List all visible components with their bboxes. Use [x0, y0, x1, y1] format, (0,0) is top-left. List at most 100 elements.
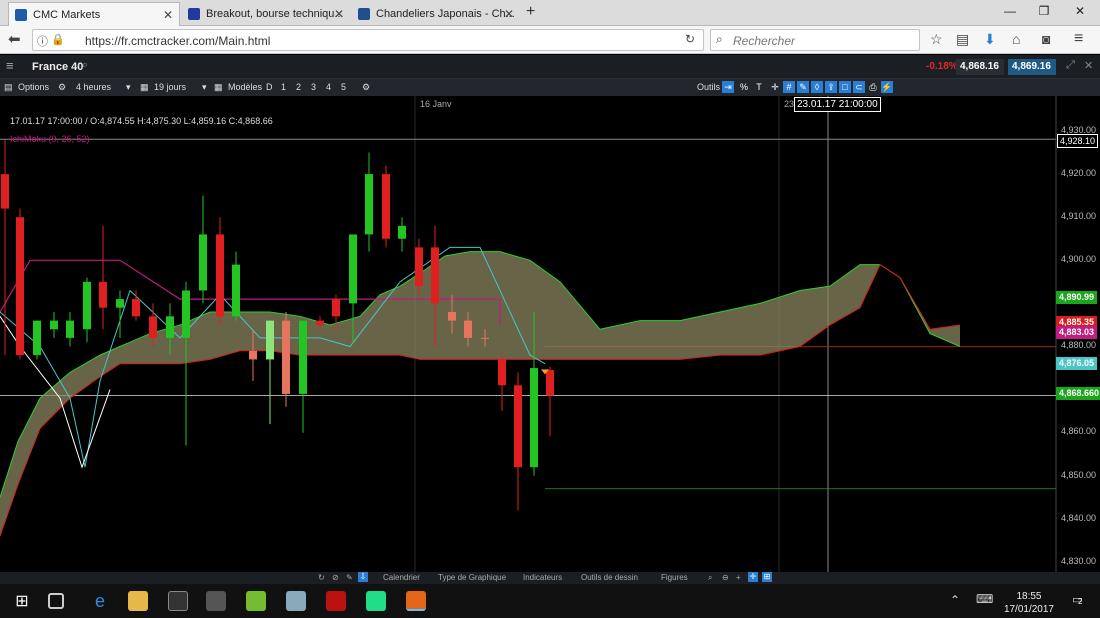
breakout-icon: [188, 8, 200, 20]
candle-body: [50, 320, 58, 330]
close-icon[interactable]: ✕: [163, 8, 173, 22]
layout-button-2[interactable]: 2: [296, 82, 301, 92]
search-icon[interactable]: ⌕: [82, 59, 88, 72]
url-text[interactable]: https://fr.cmctracker.com/Main.html: [85, 34, 270, 48]
new-tab-button[interactable]: +: [526, 3, 535, 21]
close-icon[interactable]: ✕: [504, 7, 514, 21]
interval-select[interactable]: 4 heures: [76, 82, 111, 92]
zoom-in-icon[interactable]: ⌕: [708, 573, 712, 583]
crosshair-icon[interactable]: ✛: [769, 81, 781, 93]
candle-body: [415, 247, 423, 287]
calendar-button[interactable]: Calendrier: [383, 573, 420, 582]
tab-chandeliers[interactable]: Chandeliers Japonais - Ch... ✕: [352, 2, 520, 26]
close-icon[interactable]: ✕: [334, 7, 344, 21]
bookmark-star-icon[interactable]: ☆: [930, 31, 943, 48]
range-select[interactable]: 19 jours: [154, 82, 186, 92]
zoom-out-icon[interactable]: ⊖: [722, 573, 729, 582]
window-icon[interactable]: □: [839, 81, 851, 93]
url-bar[interactable]: ⓘ 🔒 https://fr.cmctracker.com/Main.html …: [32, 29, 704, 51]
settings-icon[interactable]: ⚙: [362, 82, 370, 93]
bid-price[interactable]: 4,868.16: [956, 59, 1004, 75]
layout-button-4[interactable]: 4: [326, 82, 331, 92]
reading-list-icon[interactable]: ▤: [956, 31, 969, 48]
windows-start-icon[interactable]: ⊞: [12, 591, 32, 611]
ban-icon[interactable]: ⊘: [332, 573, 339, 582]
save-icon[interactable]: ⇩: [358, 572, 368, 582]
chart-type-button[interactable]: Type de Graphique: [438, 573, 506, 582]
layout-button-5[interactable]: 5: [341, 82, 346, 92]
candle-body: [332, 299, 340, 317]
close-panel-icon[interactable]: ✕: [1084, 59, 1093, 72]
options-button[interactable]: Options: [18, 82, 49, 92]
task-view-icon[interactable]: [48, 593, 64, 609]
options-icon[interactable]: ▤: [4, 82, 13, 93]
restore-icon[interactable]: ❐: [1034, 4, 1054, 18]
indicators-button[interactable]: Indicateurs: [523, 573, 562, 582]
search-field[interactable]: ⌕ Rechercher: [710, 29, 920, 51]
download-icon[interactable]: ⬇: [984, 31, 996, 48]
price-tick-label: 4,850.00: [1060, 470, 1096, 480]
candle-body: [498, 359, 506, 386]
layout-button-3[interactable]: 3: [311, 82, 316, 92]
cursor-tool-icon[interactable]: ⇥: [722, 81, 734, 93]
minimize-icon[interactable]: —: [1000, 4, 1020, 18]
text-tool-icon[interactable]: T: [753, 81, 765, 93]
refresh-icon[interactable]: ↻: [318, 573, 325, 582]
app2-icon[interactable]: [286, 591, 306, 611]
grid-icon[interactable]: #: [783, 81, 795, 93]
drawing-tools-button[interactable]: Outils de dessin: [581, 573, 638, 582]
ask-price[interactable]: 4,869.16: [1008, 59, 1056, 75]
chevron-up-icon[interactable]: ⌃: [950, 593, 960, 607]
gear-icon[interactable]: ⚙: [58, 82, 66, 93]
candle-body: [232, 264, 240, 317]
home-icon[interactable]: ⌂: [1012, 31, 1020, 47]
candle-body: [99, 281, 107, 308]
edge-icon[interactable]: e: [90, 591, 110, 611]
search-placeholder: Rechercher: [733, 34, 796, 48]
models-button[interactable]: Modèles: [228, 82, 262, 92]
chevron-down-icon: ▾: [126, 82, 131, 92]
pocket-icon[interactable]: ◙: [1042, 31, 1050, 47]
price-tick-label: 4,880.00: [1060, 340, 1096, 350]
price-chart[interactable]: 17.01.17 17:00:00 / O:4,874.55 H:4,875.3…: [0, 96, 1100, 572]
indicator-legend[interactable]: IchiMoku (9, 26, 52): [10, 134, 90, 144]
drawing-icon[interactable]: ✎: [797, 81, 809, 93]
clock[interactable]: 18:55 17/01/2017: [1004, 590, 1054, 616]
firefox-icon[interactable]: [406, 591, 426, 611]
magic-icon[interactable]: ⚡: [881, 81, 893, 93]
expand-icon[interactable]: ⤢: [1066, 59, 1075, 72]
fit-icon[interactable]: ✛: [748, 572, 758, 582]
reload-icon[interactable]: ↻: [685, 32, 695, 46]
alert-icon[interactable]: ◊: [811, 81, 823, 93]
layout-button-D[interactable]: D: [266, 82, 273, 92]
back-icon[interactable]: ⬅: [8, 30, 21, 48]
chart-canvas[interactable]: [0, 96, 1100, 572]
candle-body: [448, 312, 456, 321]
candle-body: [464, 320, 472, 338]
chrome-icon[interactable]: [366, 591, 386, 611]
close-window-icon[interactable]: ✕: [1070, 4, 1090, 18]
app-icon[interactable]: [246, 591, 266, 611]
plus-icon[interactable]: +: [736, 573, 741, 582]
select-tool-icon[interactable]: ⊂: [853, 81, 865, 93]
layout-button-1[interactable]: 1: [281, 82, 286, 92]
store-icon[interactable]: [168, 591, 188, 611]
calculator-icon[interactable]: [206, 591, 226, 611]
export-icon[interactable]: ⇪: [825, 81, 837, 93]
tab-cmc-markets[interactable]: CMC Markets ✕: [8, 2, 180, 26]
info-icon[interactable]: ⓘ: [37, 33, 48, 49]
candle-body: [431, 247, 439, 304]
tab-breakout[interactable]: Breakout, bourse techniqu... ✕: [182, 2, 350, 26]
reset-icon[interactable]: ⊞: [762, 572, 772, 582]
pencil-icon[interactable]: ✎: [346, 573, 353, 582]
explorer-icon[interactable]: [128, 591, 148, 611]
price-tick-label: 4,840.00: [1060, 513, 1096, 523]
hamburger-icon[interactable]: ≡: [6, 58, 14, 73]
menu-icon[interactable]: ≡: [1074, 30, 1083, 48]
filezilla-icon[interactable]: [326, 591, 346, 611]
instrument-title[interactable]: France 40: [32, 61, 83, 73]
print-icon[interactable]: ⎙: [867, 81, 879, 93]
figures-button[interactable]: Figures: [661, 573, 688, 582]
percent-button[interactable]: %: [738, 81, 750, 93]
keyboard-icon[interactable]: ⌨: [976, 592, 993, 606]
